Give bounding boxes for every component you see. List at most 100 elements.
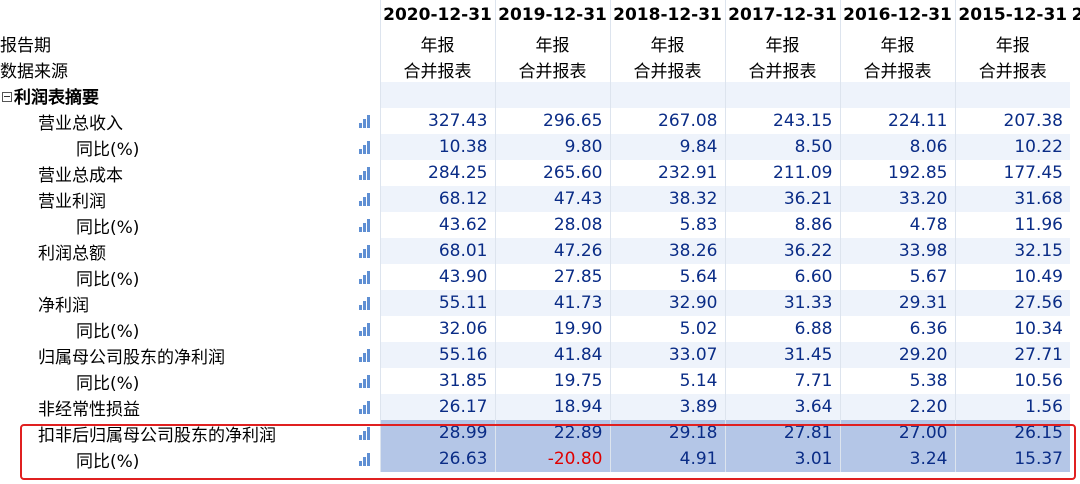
cell-value: 3.24 (839, 446, 955, 472)
cell-value: 6.88 (724, 316, 840, 342)
income-statement-table: 2020-12-31 2019-12-31 2018-12-31 2017-12… (0, 0, 1080, 472)
cell-value: 41.84 (494, 342, 610, 368)
column-header-date[interactable]: 2017-12-31 (724, 0, 840, 30)
cell-value: 327.43 (379, 108, 495, 134)
bar-chart-icon[interactable] (359, 296, 371, 310)
bar-chart-icon[interactable] (359, 140, 371, 154)
cell-clipped (1070, 290, 1080, 316)
cell-value: 43.62 (379, 212, 495, 238)
chart-icon-cell[interactable] (350, 212, 380, 238)
cell-empty (379, 82, 495, 108)
column-header-date[interactable]: 2018-12-31 (609, 0, 725, 30)
cell-value: 38.26 (609, 238, 725, 264)
table-row: 净利润 55.11 41.73 32.90 31.33 29.31 27.56 (0, 290, 1080, 316)
cell-clipped (1070, 108, 1080, 134)
cell-value: 5.02 (609, 316, 725, 342)
cell-value: 28.99 (379, 420, 495, 446)
cell-value: 31.45 (724, 342, 840, 368)
cell-value: 31.68 (954, 186, 1070, 212)
cell-clipped (1070, 394, 1080, 420)
cell-value: 207.38 (954, 108, 1070, 134)
cell-clipped (1070, 420, 1080, 446)
cell-value: 5.38 (839, 368, 955, 394)
section-header[interactable]: 利润表摘要 (0, 82, 350, 108)
cell-value: 年报 (609, 30, 725, 56)
chart-icon-cell[interactable] (350, 108, 380, 134)
bar-chart-icon[interactable] (359, 244, 371, 258)
column-header-date[interactable]: 2020-12-31 (379, 0, 495, 30)
table-row: 同比(%) 26.63 -20.80 4.91 3.01 3.24 15.37 (0, 446, 1080, 472)
bar-chart-icon[interactable] (359, 452, 371, 466)
cell-value: 27.00 (839, 420, 955, 446)
minus-box-icon[interactable] (2, 91, 12, 102)
bar-chart-icon[interactable] (359, 374, 371, 388)
cell-value: 10.49 (954, 264, 1070, 290)
cell-value: 28.08 (494, 212, 610, 238)
row-label: 同比(%) (0, 446, 350, 472)
column-header-date[interactable]: 2016-12-31 (839, 0, 955, 30)
cell-value: 27.85 (494, 264, 610, 290)
bar-chart-icon[interactable] (359, 348, 371, 362)
cell-value: 6.60 (724, 264, 840, 290)
chart-icon-cell[interactable] (350, 160, 380, 186)
cell-value: 29.31 (839, 290, 955, 316)
section-row-income-summary[interactable]: 利润表摘要 (0, 82, 1080, 108)
chart-icon-cell[interactable] (350, 368, 380, 394)
chart-icon-cell[interactable] (350, 446, 380, 472)
cell-value: 年报 (839, 30, 955, 56)
cell-value: 31.85 (379, 368, 495, 394)
cell-clipped (1070, 134, 1080, 160)
cell-clipped (1070, 212, 1080, 238)
row-label: 同比(%) (0, 264, 350, 290)
table-row: 同比(%) 43.90 27.85 5.64 6.60 5.67 10.49 (0, 264, 1080, 290)
cell-value: 27.56 (954, 290, 1070, 316)
row-label: 非经常性损益 (0, 394, 350, 420)
cell-value: 68.01 (379, 238, 495, 264)
cell-value: 32.90 (609, 290, 725, 316)
row-label: 营业利润 (0, 186, 350, 212)
cell-empty (724, 82, 840, 108)
cell-clipped (1070, 446, 1080, 472)
cell-value: 2.20 (839, 394, 955, 420)
chart-icon-cell[interactable] (350, 316, 380, 342)
cell-clipped (1070, 368, 1080, 394)
chart-icon-cell[interactable] (350, 264, 380, 290)
chart-icon-cell[interactable] (350, 394, 380, 420)
column-header-date[interactable]: 2019-12-31 (494, 0, 610, 30)
bar-chart-icon[interactable] (359, 400, 371, 414)
chart-icon-cell[interactable] (350, 134, 380, 160)
cell-value: 267.08 (609, 108, 725, 134)
row-label: 净利润 (0, 290, 350, 316)
row-label: 同比(%) (0, 368, 350, 394)
bar-chart-icon[interactable] (359, 114, 371, 128)
bar-chart-icon[interactable] (359, 218, 371, 232)
cell-value: 18.94 (494, 394, 610, 420)
cell-empty (609, 82, 725, 108)
cell-value: 232.91 (609, 160, 725, 186)
table-row: 非经常性损益 26.17 18.94 3.89 3.64 2.20 1.56 (0, 394, 1080, 420)
cell-value: 3.64 (724, 394, 840, 420)
cell-value: 36.22 (724, 238, 840, 264)
chart-icon-cell[interactable] (350, 290, 380, 316)
chart-icon-cell[interactable] (350, 186, 380, 212)
cell-value: 26.63 (379, 446, 495, 472)
chart-icon-cell[interactable] (350, 238, 380, 264)
cell-value: 26.17 (379, 394, 495, 420)
column-header-date-clipped[interactable]: 2 (1070, 0, 1080, 30)
bar-chart-icon[interactable] (359, 192, 371, 206)
chart-icon-cell[interactable] (350, 342, 380, 368)
column-header-date[interactable]: 2015-12-31 (954, 0, 1070, 30)
cell-clipped (1070, 160, 1080, 186)
bar-chart-icon[interactable] (359, 270, 371, 284)
date-header-row: 2020-12-31 2019-12-31 2018-12-31 2017-12… (0, 0, 1080, 30)
bar-chart-icon[interactable] (359, 166, 371, 180)
cell-value: 177.45 (954, 160, 1070, 186)
cell-value: 3.01 (724, 446, 840, 472)
chart-icon-cell[interactable] (350, 420, 380, 446)
bar-chart-icon[interactable] (359, 426, 371, 440)
row-label: 营业总成本 (0, 160, 350, 186)
cell-value: 合并报表 (724, 56, 840, 82)
cell-value: 192.85 (839, 160, 955, 186)
bar-chart-icon[interactable] (359, 322, 371, 336)
cell-value: 68.12 (379, 186, 495, 212)
